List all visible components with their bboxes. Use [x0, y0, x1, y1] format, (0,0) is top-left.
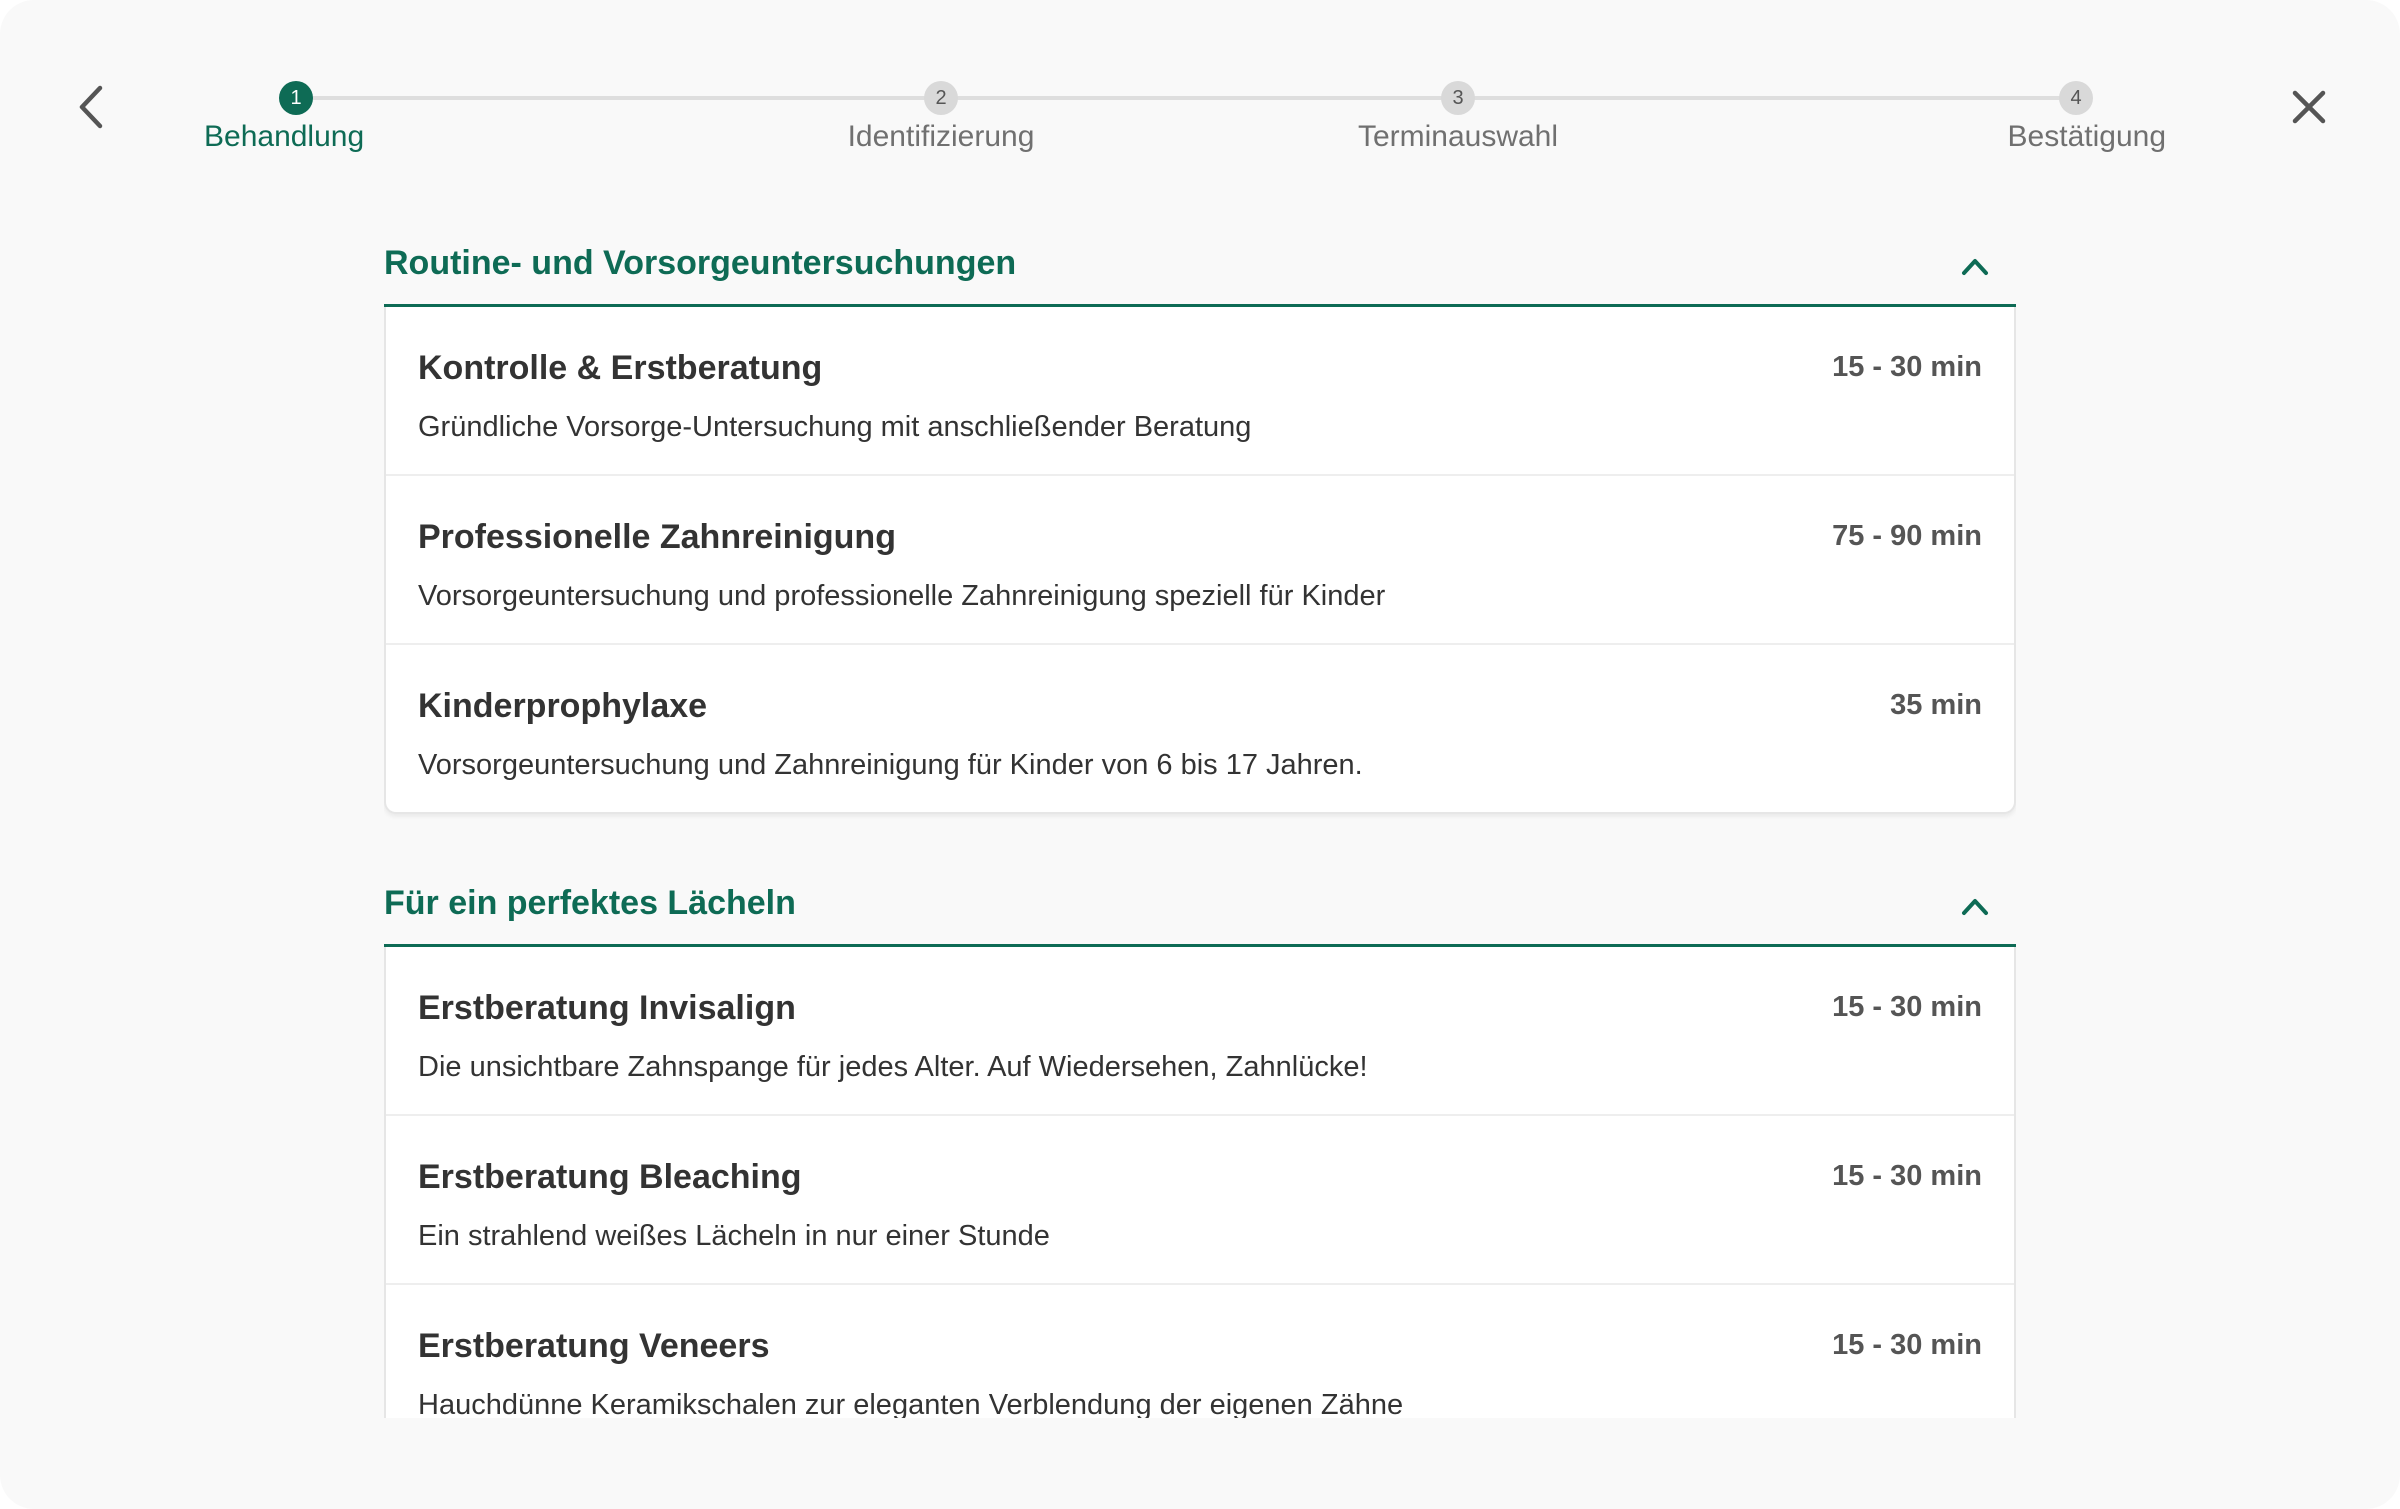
chevron-up-icon[interactable]: [1960, 894, 1990, 918]
stepper-track: [296, 96, 2078, 100]
treatment-description: Ein strahlend weißes Lächeln in nur eine…: [418, 1220, 1050, 1252]
section-title: Routine- und Vorsorgeuntersuchungen: [384, 244, 1017, 282]
step-label: Terminauswahl: [1357, 120, 1559, 153]
step-number: 2: [924, 81, 958, 115]
treatment-card: Erstberatung Invisalign 15 - 30 min Die …: [384, 947, 2016, 1418]
chevron-up-icon[interactable]: [1960, 254, 1990, 278]
section-header[interactable]: Routine- und Vorsorgeuntersuchungen: [384, 230, 2016, 307]
step-number: 4: [2059, 81, 2093, 115]
treatment-list[interactable]: Routine- und Vorsorgeuntersuchungen Kont…: [384, 230, 2016, 1418]
treatment-description: Gründliche Vorsorge-Untersuchung mit ans…: [418, 411, 1252, 443]
section-routine: Routine- und Vorsorgeuntersuchungen Kont…: [384, 230, 2016, 814]
treatment-duration: 15 - 30 min: [1832, 1329, 1982, 1361]
step-label: Behandlung: [204, 120, 365, 153]
treatment-item[interactable]: Professionelle Zahnreinigung 75 - 90 min…: [386, 476, 2014, 645]
section-header[interactable]: Für ein perfektes Lächeln: [384, 870, 2016, 947]
section-title: Für ein perfektes Lächeln: [384, 884, 796, 922]
section-perfect-smile: Für ein perfektes Lächeln Erstberatung I…: [384, 870, 2016, 1418]
treatment-title: Professionelle Zahnreinigung: [418, 518, 896, 556]
treatment-item[interactable]: Erstberatung Bleaching 15 - 30 min Ein s…: [386, 1116, 2014, 1285]
treatment-title: Erstberatung Invisalign: [418, 989, 796, 1027]
progress-stepper: 1 Behandlung 2 Identifizierung 3 Termina…: [0, 0, 2400, 180]
step-number: 1: [279, 81, 313, 115]
treatment-item[interactable]: Kontrolle & Erstberatung 15 - 30 min Grü…: [386, 307, 2014, 476]
booking-modal: 1 Behandlung 2 Identifizierung 3 Termina…: [0, 0, 2400, 1509]
treatment-duration: 15 - 30 min: [1832, 991, 1982, 1023]
treatment-duration: 15 - 30 min: [1832, 351, 1982, 383]
step-label: Identifizierung: [847, 120, 1035, 153]
treatment-title: Erstberatung Veneers: [418, 1327, 770, 1365]
treatment-title: Kinderprophylaxe: [418, 687, 708, 725]
step-number: 3: [1441, 81, 1475, 115]
treatment-duration: 15 - 30 min: [1832, 1160, 1982, 1192]
treatment-description: Vorsorgeuntersuchung und Zahnreinigung f…: [418, 749, 1363, 781]
treatment-title: Erstberatung Bleaching: [418, 1158, 802, 1196]
treatment-duration: 35 min: [1890, 689, 1982, 721]
treatment-title: Kontrolle & Erstberatung: [418, 349, 823, 387]
treatment-description: Die unsichtbare Zahnspange für jedes Alt…: [418, 1051, 1368, 1083]
treatment-item[interactable]: Kinderprophylaxe 35 min Vorsorgeuntersuc…: [386, 645, 2014, 812]
treatment-item[interactable]: Erstberatung Veneers 15 - 30 min Hauchdü…: [386, 1285, 2014, 1418]
treatment-item[interactable]: Erstberatung Invisalign 15 - 30 min Die …: [386, 947, 2014, 1116]
treatment-description: Hauchdünne Keramikschalen zur eleganten …: [418, 1389, 1404, 1418]
treatment-description: Vorsorgeuntersuchung und professionelle …: [418, 580, 1386, 612]
treatment-duration: 75 - 90 min: [1832, 520, 1982, 552]
step-label: Bestätigung: [2007, 120, 2166, 153]
treatment-card: Kontrolle & Erstberatung 15 - 30 min Grü…: [384, 307, 2016, 814]
